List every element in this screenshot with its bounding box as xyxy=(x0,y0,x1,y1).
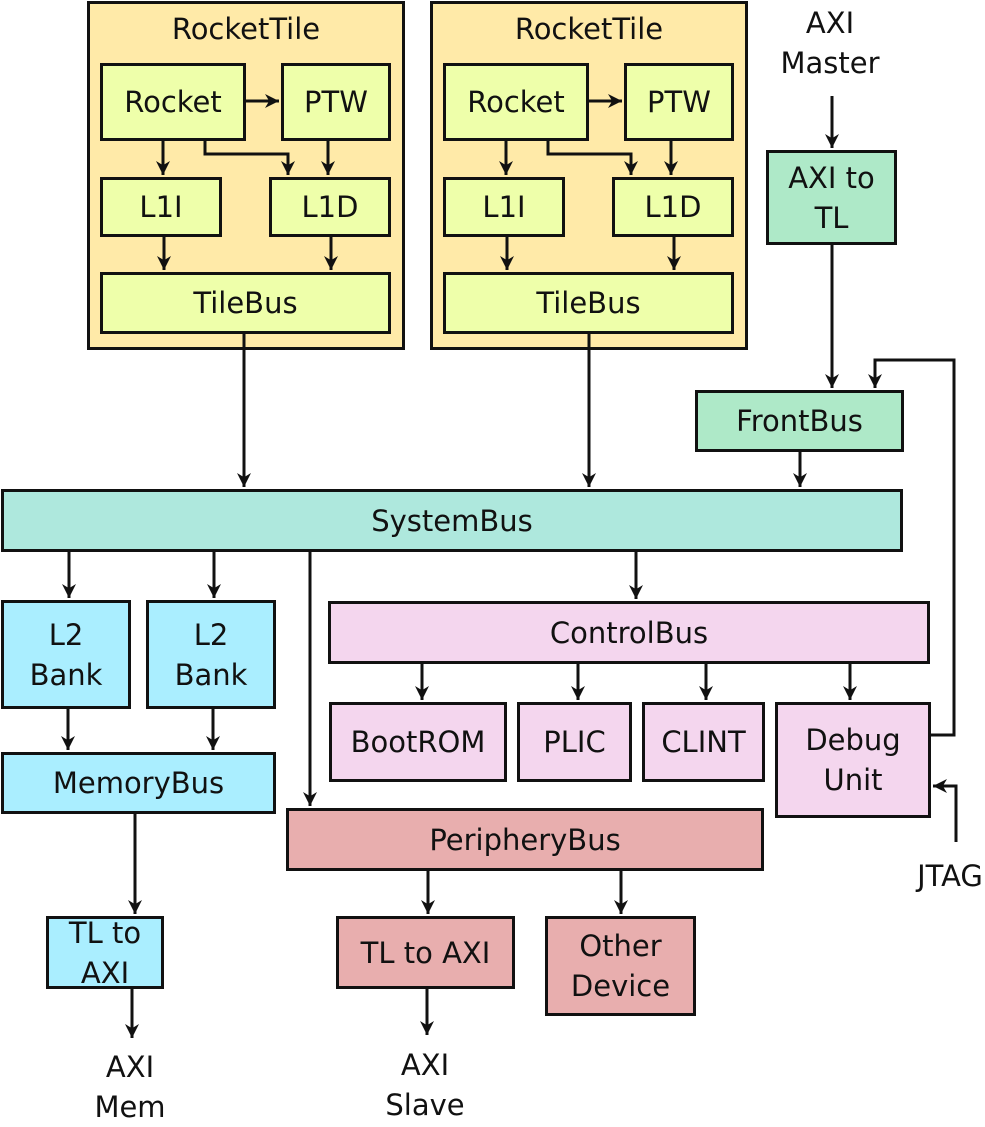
arrow-rocket-l1d-1 xyxy=(203,141,295,175)
arrow-jtag-debug xyxy=(933,779,958,842)
arrow-debug-frontbus xyxy=(868,358,956,737)
arrow-rocket-l1d-2 xyxy=(546,141,638,175)
connection-arrows xyxy=(61,94,958,1038)
